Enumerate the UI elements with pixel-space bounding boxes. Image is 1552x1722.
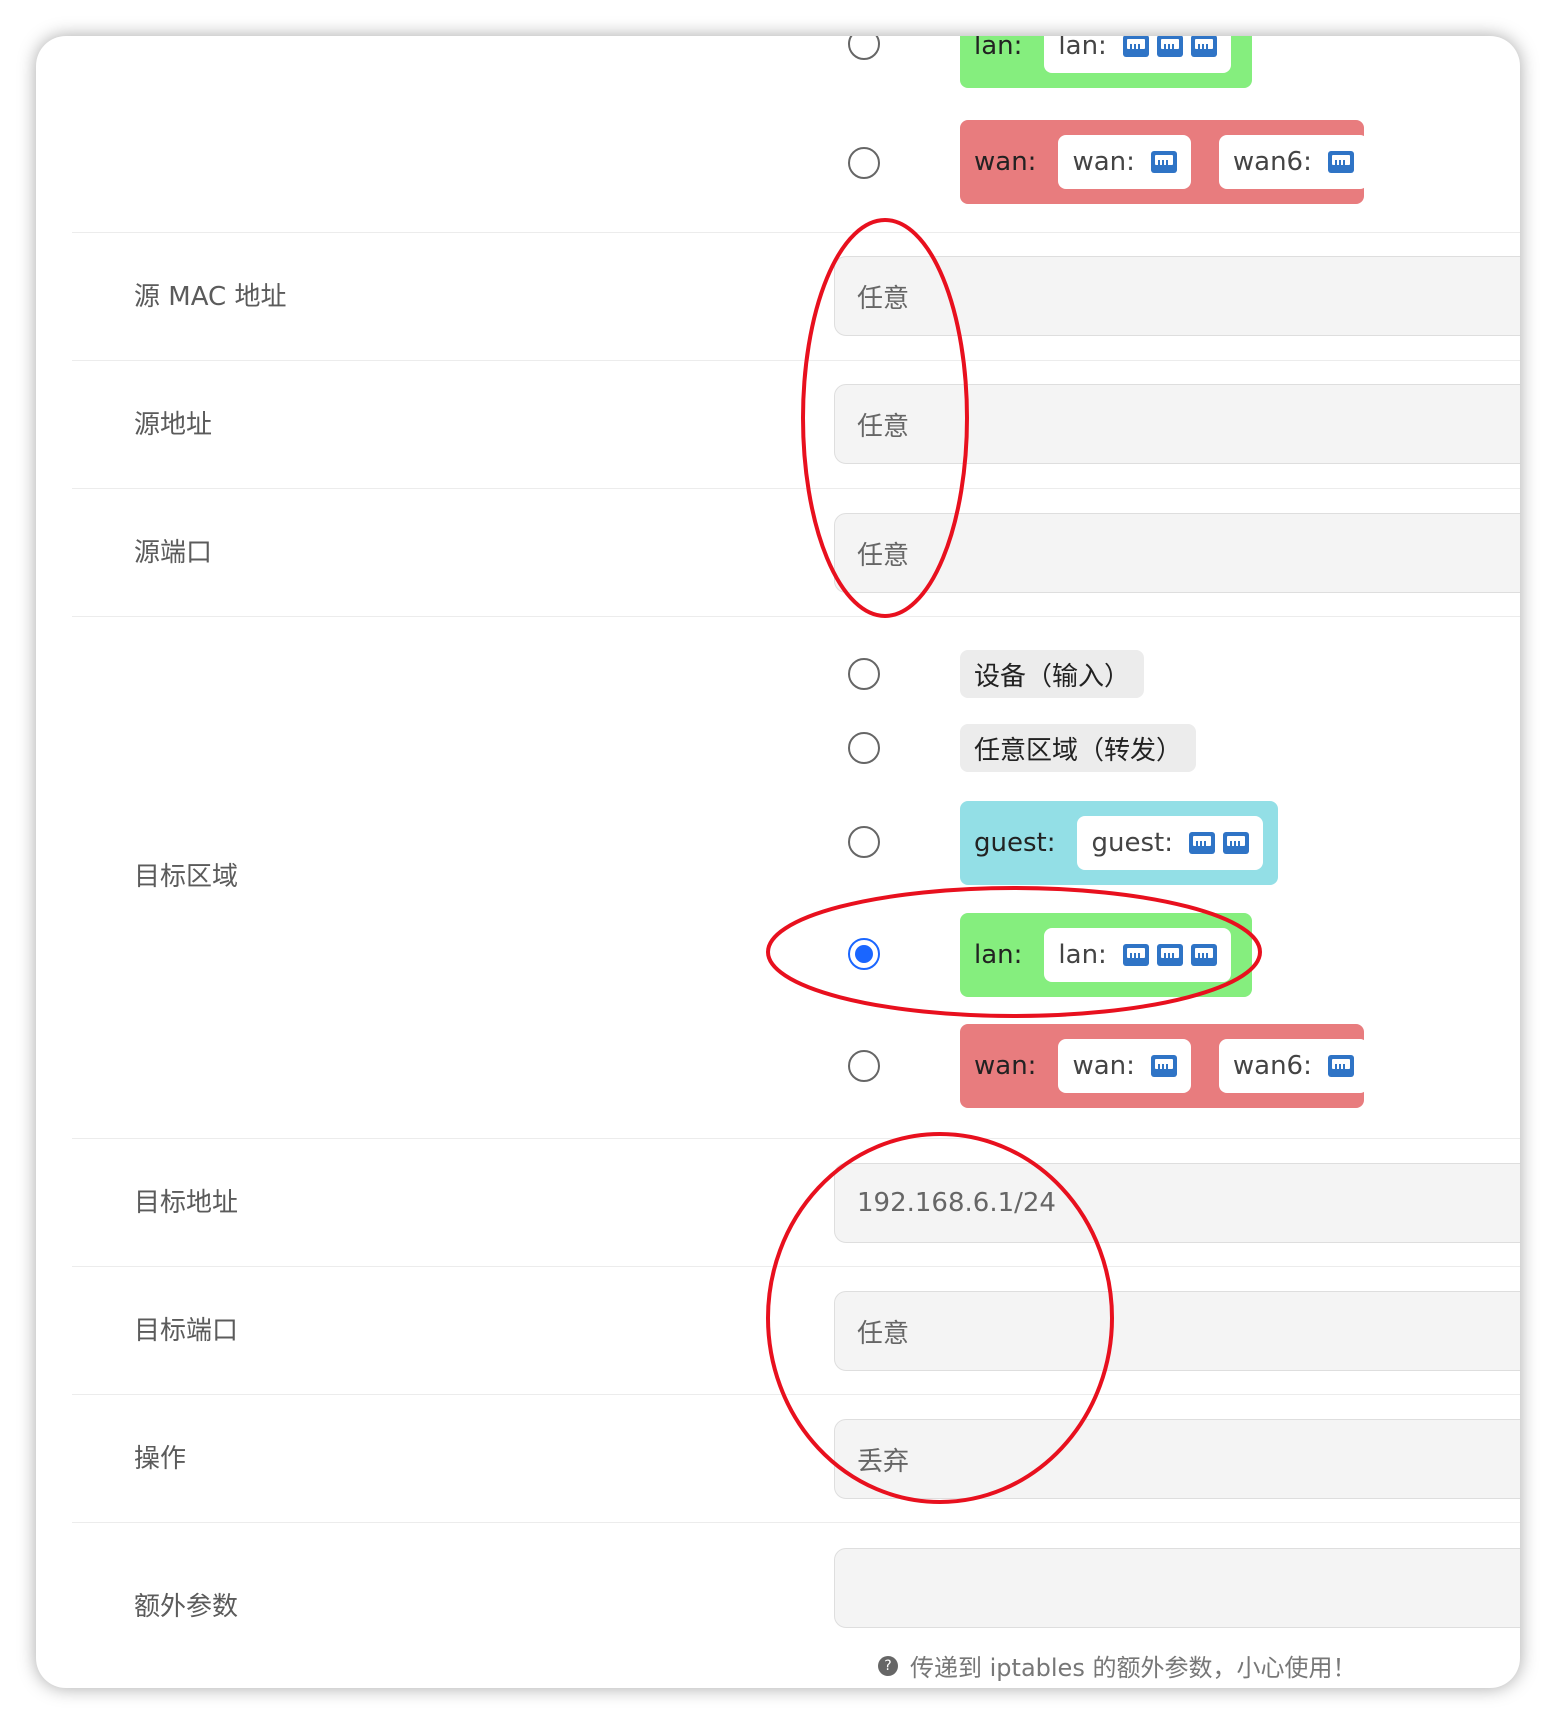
source-port-field[interactable]: 任意 [834, 513, 1520, 593]
action-select[interactable]: 丢弃 [834, 1419, 1520, 1499]
label-action: 操作 [134, 1444, 187, 1474]
radio-dest-any-zone[interactable] [848, 732, 880, 764]
browser-window: lan: lan: wan: wan: wan6: 源 MAC 地址 任意 源地… [36, 36, 1520, 1688]
hint-text: 传递到 iptables 的额外参数，小心使用！ [910, 1654, 1357, 1682]
dest-address-field[interactable]: 192.168.6.1/24 [834, 1163, 1520, 1243]
radio-dest-device-input[interactable] [848, 658, 880, 690]
extra-args-input[interactable] [834, 1548, 1520, 1628]
label-dest-address: 目标地址 [134, 1188, 239, 1218]
label-dest-port: 目标端口 [134, 1316, 239, 1346]
extra-args-hint: ? 传递到 iptables 的额外参数，小心使用！ [878, 1648, 1356, 1683]
label-source-mac: 源 MAC 地址 [134, 282, 287, 312]
iface-label: lan: [1058, 940, 1107, 970]
ethernet-port-icon [1190, 944, 1217, 966]
label-dest-zone: 目标区域 [134, 862, 239, 892]
iface-chip-lan: lan: [1044, 928, 1231, 982]
source-address-field[interactable]: 任意 [834, 384, 1520, 464]
zone-badge-wan: wan: wan: wan6: [960, 1024, 1368, 1108]
iface-chip-wan6: wan6: [1218, 1039, 1368, 1093]
ethernet-port-icon [1327, 1055, 1354, 1077]
source-mac-field[interactable]: 任意 [834, 256, 1520, 336]
iface-chip-wan: wan: [1058, 1039, 1191, 1093]
zone-name: wan: [974, 1051, 1037, 1081]
ethernet-port-icon [1222, 832, 1249, 854]
help-icon: ? [878, 1655, 898, 1676]
iface-label: wan6: [1232, 1051, 1312, 1081]
label-source-port: 源端口 [134, 538, 213, 568]
iface-label: guest: [1091, 828, 1173, 858]
radio-dest-lan[interactable] [848, 938, 880, 970]
ethernet-port-icon [1150, 1055, 1177, 1077]
row-source-zone [72, 36, 1520, 233]
ethernet-port-icon [1156, 944, 1183, 966]
zone-badge-guest: guest: guest: [960, 801, 1278, 885]
label-extra-args: 额外参数 [134, 1592, 239, 1622]
ethernet-port-icon [1122, 944, 1149, 966]
radio-dest-wan[interactable] [848, 1050, 880, 1082]
iface-label: wan: [1072, 1051, 1135, 1081]
zone-badge-any-zone: 任意区域（转发） [960, 724, 1197, 772]
zone-name: lan: [974, 940, 1023, 970]
zone-badge-device-input: 设备（输入） [960, 650, 1145, 698]
label-source-address: 源地址 [134, 410, 213, 440]
iface-chip-guest: guest: [1077, 816, 1263, 870]
firewall-rule-form: lan: lan: wan: wan: wan6: 源 MAC 地址 任意 源地… [36, 36, 1520, 1688]
zone-name: guest: [974, 828, 1056, 858]
ethernet-port-icon [1188, 832, 1215, 854]
radio-dest-guest[interactable] [848, 826, 880, 858]
dest-port-field[interactable]: 任意 [834, 1291, 1520, 1371]
zone-badge-lan: lan: lan: [960, 913, 1252, 997]
